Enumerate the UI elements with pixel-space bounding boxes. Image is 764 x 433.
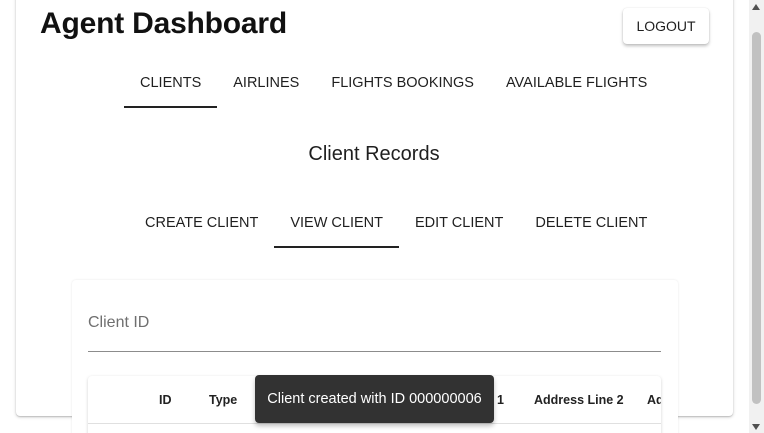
tab-available-flights[interactable]: AVAILABLE FLIGHTS [490, 75, 663, 108]
logout-button[interactable]: LOGOUT [623, 8, 709, 44]
client-id-underline [88, 351, 661, 352]
section-title: Client Records [308, 143, 440, 165]
scrollbar-thumb[interactable] [752, 32, 761, 404]
snackbar-message: Client created with ID 000000006 [267, 391, 482, 407]
tab-view-client[interactable]: VIEW CLIENT [274, 215, 399, 248]
page-title: Agent Dashboard [40, 7, 288, 40]
tab-create-client[interactable]: CREATE CLIENT [129, 215, 274, 248]
column-header-id[interactable]: ID [159, 393, 172, 407]
main-tabs: CLIENTS AIRLINES FLIGHTS BOOKINGS AVAILA… [124, 75, 663, 108]
column-header-type[interactable]: Type [209, 393, 237, 407]
tab-airlines[interactable]: AIRLINES [217, 75, 315, 108]
tab-edit-client[interactable]: EDIT CLIENT [399, 215, 519, 248]
scroll-down-arrow-icon[interactable] [752, 424, 760, 430]
client-sub-tabs: CREATE CLIENT VIEW CLIENT EDIT CLIENT DE… [129, 215, 663, 248]
tab-flights-bookings[interactable]: FLIGHTS BOOKINGS [315, 75, 490, 108]
page: Agent Dashboard LOGOUT CLIENTS AIRLINES … [0, 0, 764, 433]
tab-delete-client[interactable]: DELETE CLIENT [519, 215, 663, 248]
tab-clients[interactable]: CLIENTS [124, 75, 218, 108]
snackbar: Client created with ID 000000006 [255, 375, 494, 423]
table-header-divider [88, 423, 661, 424]
vertical-scrollbar[interactable] [749, 0, 764, 433]
column-header-address-line-1[interactable]: 1 [497, 393, 504, 407]
client-id-field[interactable]: Client ID [88, 314, 149, 332]
column-header-address-line-2[interactable]: Address Line 2 [534, 393, 624, 407]
column-header-address-more[interactable]: Ad [647, 393, 661, 407]
scroll-up-arrow-icon[interactable] [752, 4, 760, 10]
